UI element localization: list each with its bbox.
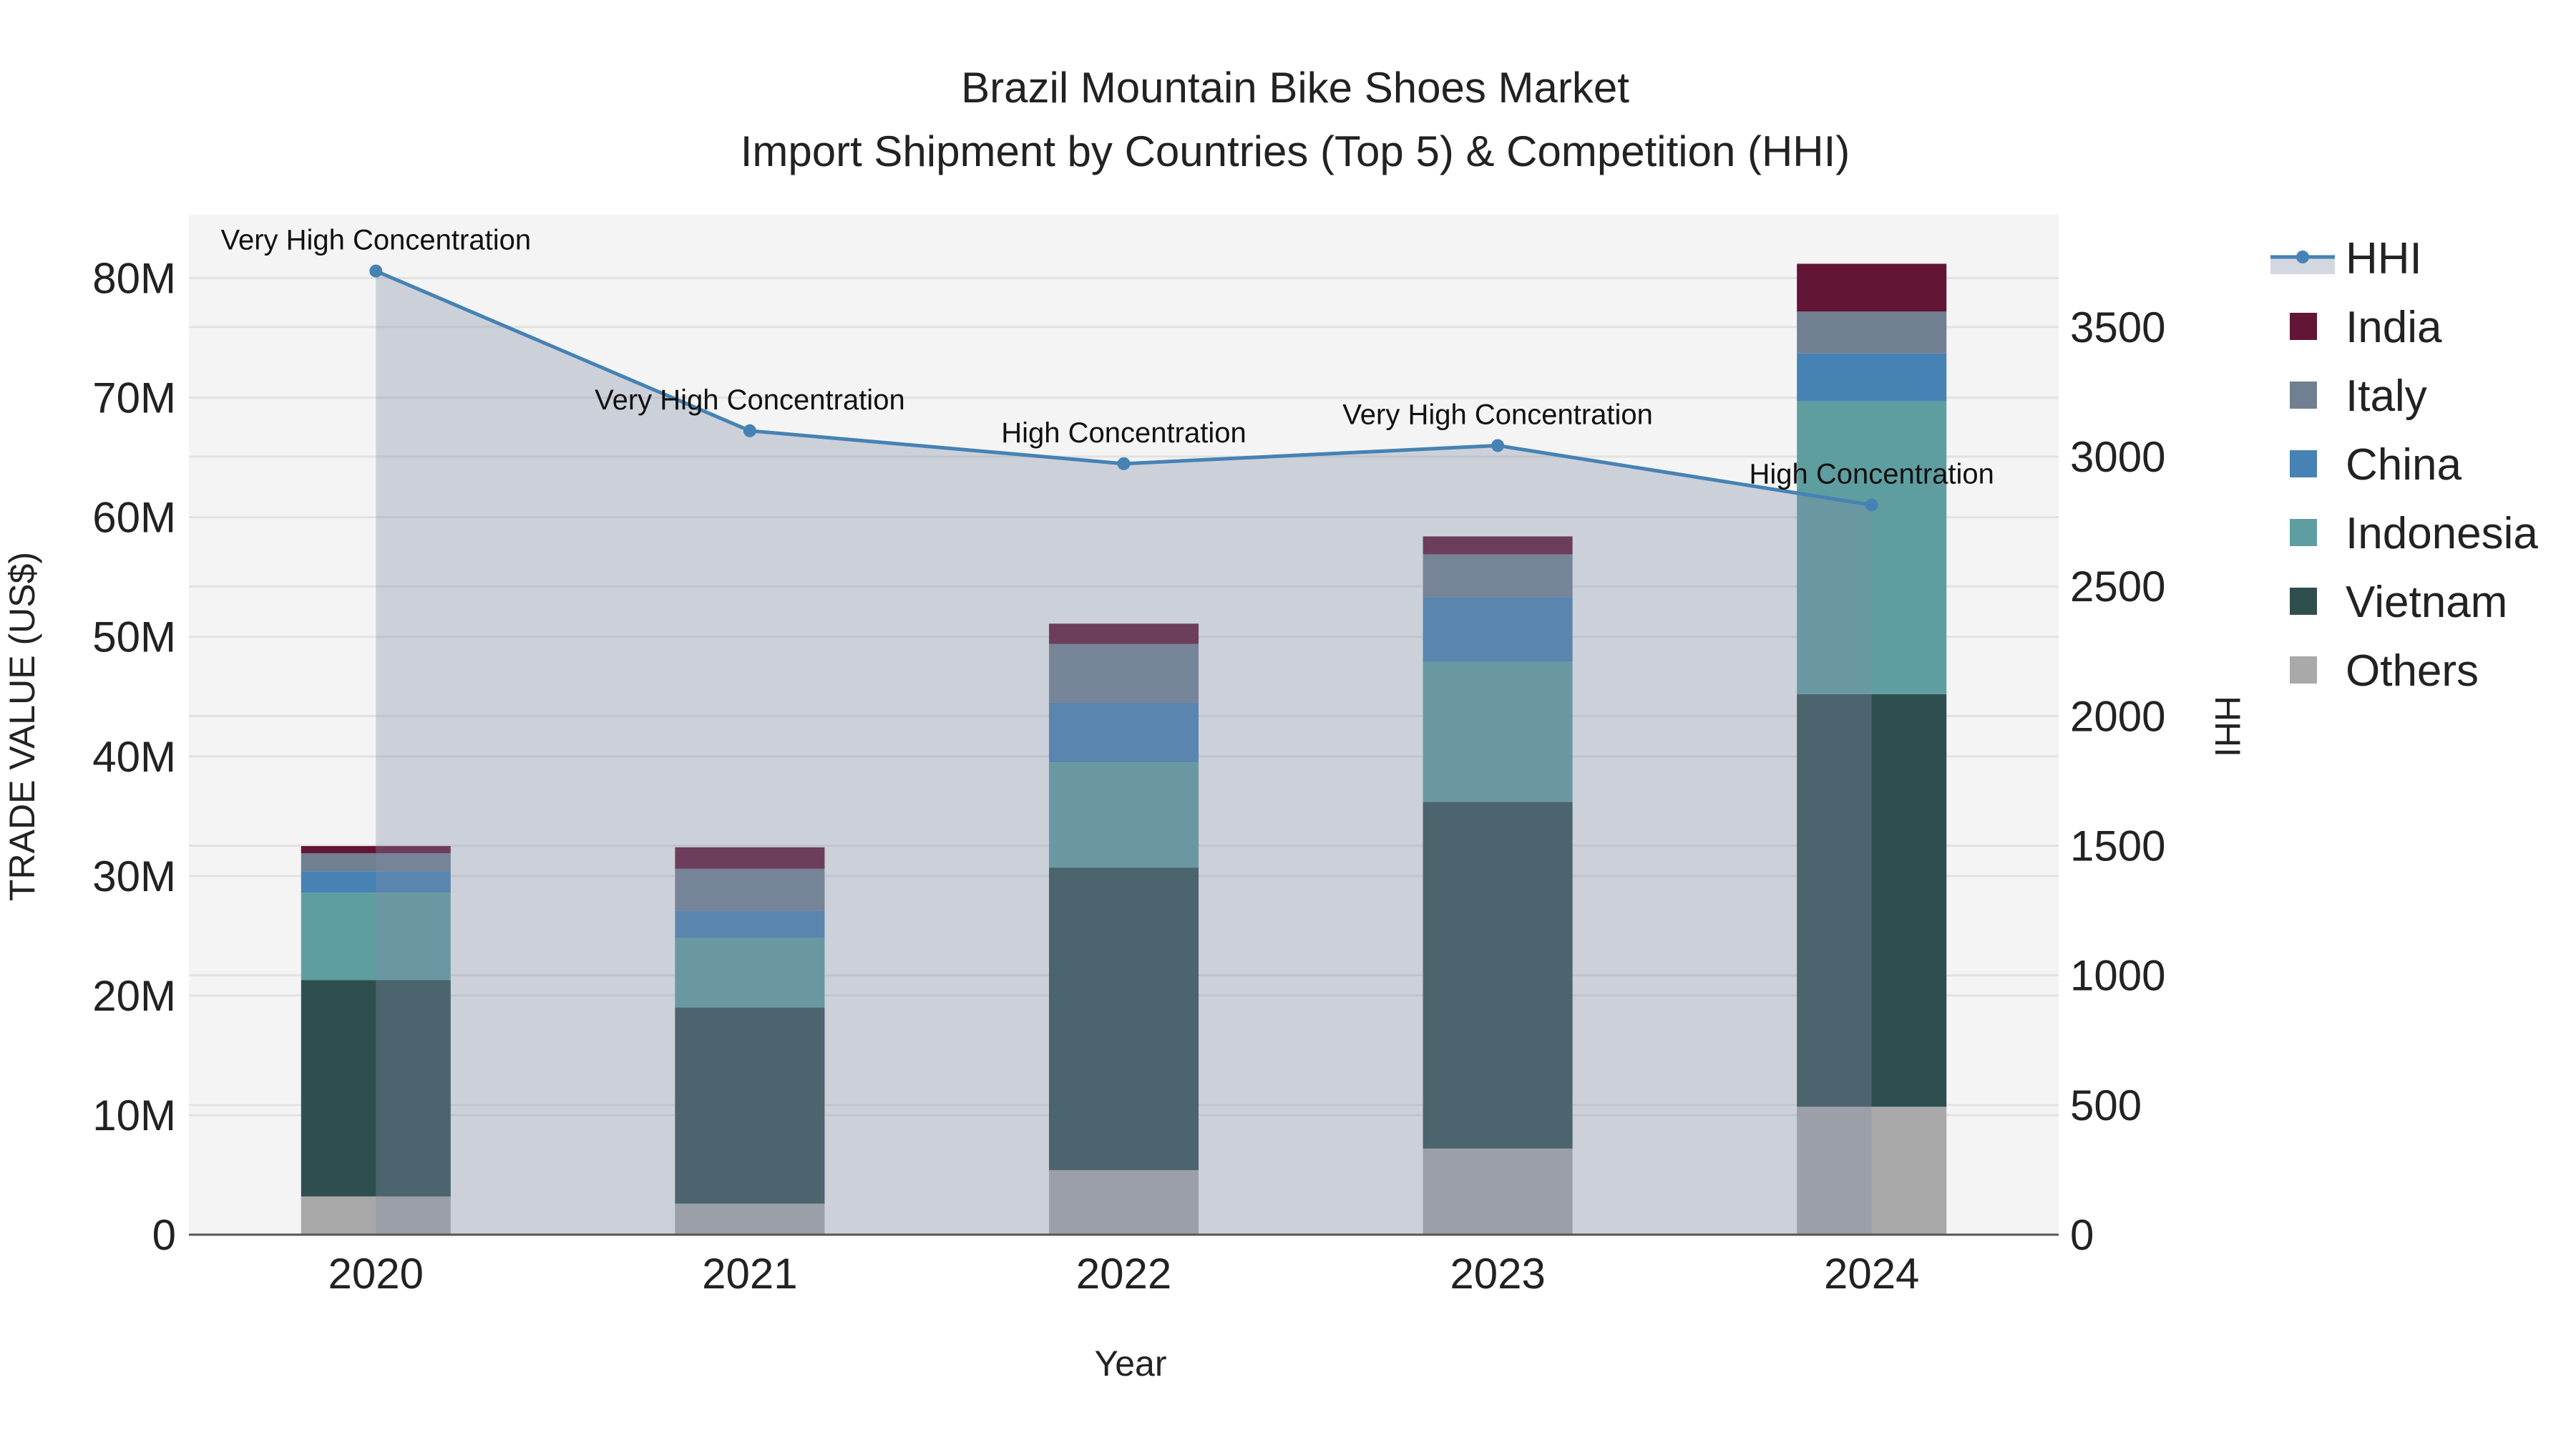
y-tick-label: 40M	[92, 733, 176, 781]
hhi-annotation: Very High Concentration	[221, 225, 532, 256]
legend-item-vietnam: Vietnam	[2290, 578, 2507, 627]
y-axis-title: TRADE VALUE (US$)	[2, 552, 42, 901]
hhi-annotation: Very High Concentration	[1342, 399, 1653, 430]
x-tick-label: 2021	[702, 1250, 797, 1298]
legend-item-indonesia: Indonesia	[2290, 509, 2538, 558]
legend-swatch	[2290, 656, 2317, 684]
legend-label: HHI	[2346, 234, 2422, 283]
legend-swatch	[2290, 519, 2317, 546]
hhi-point	[743, 424, 756, 437]
legend-label: India	[2346, 303, 2442, 352]
legend-item-italy: Italy	[2290, 371, 2427, 421]
hhi-annotation: Very High Concentration	[595, 384, 905, 416]
hhi-point	[1865, 498, 1878, 512]
legend-marker	[2296, 251, 2309, 263]
legend-item-india: India	[2290, 303, 2442, 352]
y2-tick-label: 3500	[2070, 303, 2165, 351]
y-tick-label: 30M	[92, 852, 176, 900]
legend-item-china: China	[2290, 440, 2462, 490]
x-tick-label: 2023	[1450, 1250, 1545, 1298]
chart: Very High Concentration Very High Concent…	[2, 64, 2538, 1384]
y2-tick-label: 2000	[2070, 692, 2165, 740]
hhi-annotation: High Concentration	[1001, 417, 1246, 449]
legend-label: Indonesia	[2346, 509, 2538, 558]
y2-axis-title: HHI	[2207, 696, 2248, 757]
y-tick-label: 10M	[92, 1092, 176, 1139]
legend-swatch	[2290, 313, 2317, 340]
y-tick-label: 50M	[92, 613, 176, 661]
y2-tick-label: 500	[2070, 1082, 2142, 1129]
bar-china-2024	[1797, 353, 1947, 402]
x-tick-label: 2022	[1076, 1250, 1171, 1298]
hhi-point	[1117, 457, 1131, 470]
hhi-point	[1491, 439, 1505, 452]
x-axis-title: Year	[1094, 1343, 1166, 1384]
y-tick-label: 20M	[92, 972, 176, 1020]
chart-subtitle: Import Shipment by Countries (Top 5) & C…	[741, 127, 1850, 175]
y2-tick-label: 2500	[2070, 563, 2165, 611]
legend-label: Italy	[2346, 371, 2427, 421]
y2-tick-label: 0	[2070, 1211, 2094, 1259]
legend-label: Others	[2346, 646, 2479, 696]
y-tick-label: 80M	[92, 255, 176, 303]
bar-italy-2024	[1797, 311, 1947, 354]
legend: HHI India Italy China Indonesia Vietnam Others	[2270, 234, 2538, 696]
y2-tick-label: 3000	[2070, 433, 2165, 481]
x-tick-label: 2020	[328, 1250, 424, 1298]
legend-item-others: Others	[2290, 646, 2479, 696]
y2-tick-label: 1500	[2070, 822, 2165, 870]
y2-tick-label: 1000	[2070, 952, 2165, 1000]
y-tick-label: 60M	[92, 494, 176, 542]
legend-item-hhi: HHI	[2270, 234, 2422, 283]
y-tick-label: 70M	[92, 374, 176, 422]
legend-label: Vietnam	[2346, 578, 2507, 627]
x-tick-label: 2024	[1824, 1250, 1919, 1298]
legend-label: China	[2346, 440, 2462, 490]
y-tick-label: 0	[152, 1211, 176, 1259]
hhi-point	[369, 264, 383, 278]
legend-swatch	[2290, 450, 2317, 477]
legend-swatch	[2290, 382, 2317, 409]
hhi-annotation: High Concentration	[1749, 458, 1994, 490]
legend-swatch	[2290, 588, 2317, 615]
chart-title: Brazil Mountain Bike Shoes Market	[961, 64, 1629, 112]
bar-india-2024	[1797, 263, 1947, 312]
